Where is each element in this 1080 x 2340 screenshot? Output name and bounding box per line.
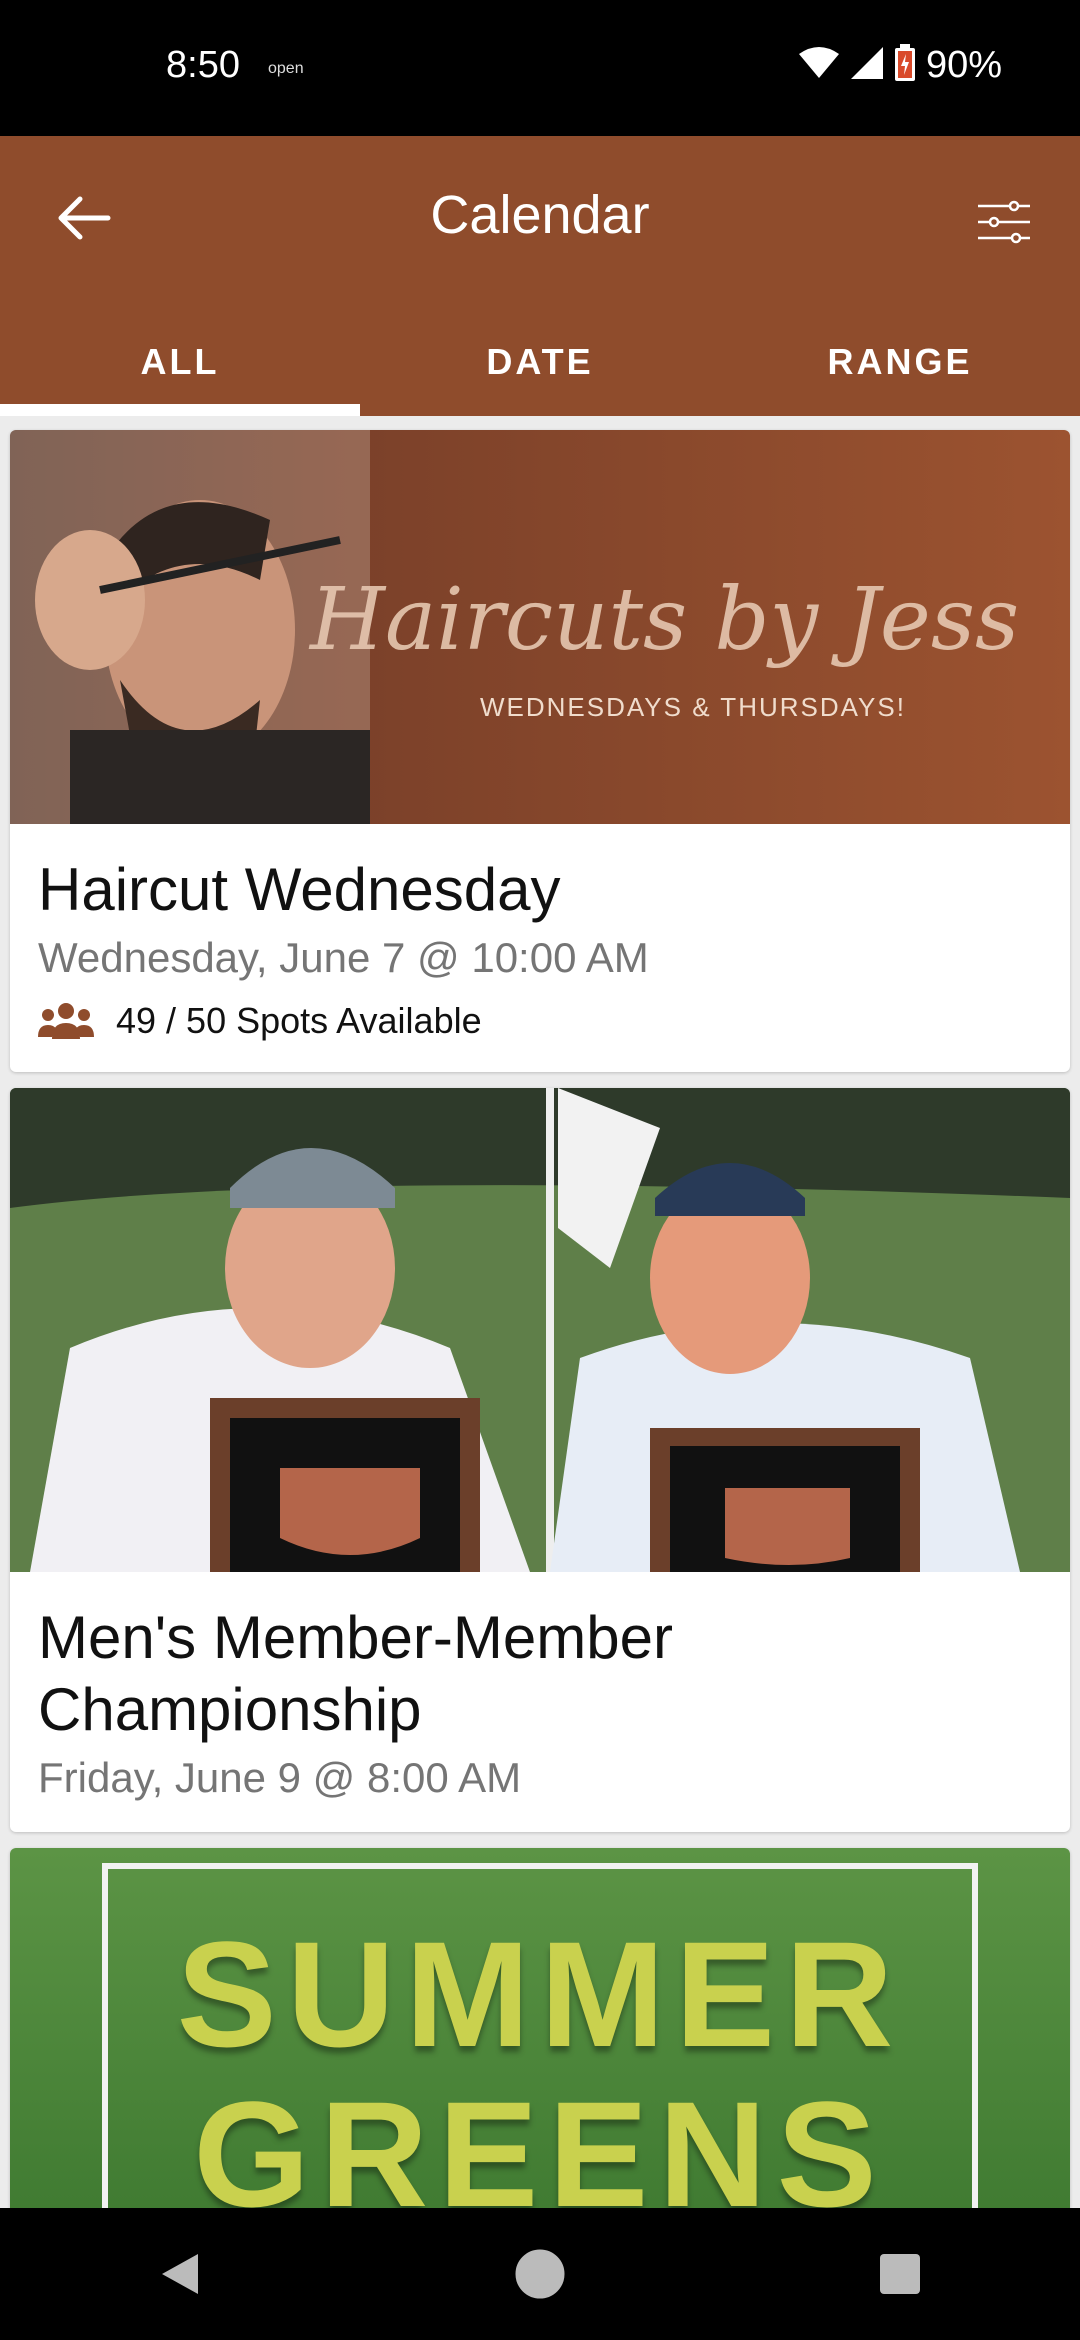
event-card[interactable]: Men's Member-Member Championship Friday,…	[10, 1088, 1070, 1832]
event-card[interactable]: Haircuts by Jess WEDNESDAYS & THURSDAYS!…	[10, 430, 1070, 1072]
event-date: Wednesday, June 7 @ 10:00 AM	[38, 934, 649, 981]
event-title: Haircut Wednesday	[38, 856, 561, 923]
tab-date[interactable]: DATE	[360, 320, 720, 416]
event-banner-haircuts: Haircuts by Jess WEDNESDAYS & THURSDAYS!	[10, 430, 1070, 824]
event-title: Men's Member-Member Championship	[38, 1604, 673, 1743]
status-icons: 90%	[798, 44, 1002, 87]
spots-available: 49 / 50 Spots Available	[116, 1000, 482, 1041]
signal-icon	[850, 46, 884, 85]
event-spots: 49 / 50 Spots Available	[38, 1000, 1042, 1042]
status-time: 8:50	[166, 44, 240, 86]
banner-subtitle: WEDNESDAYS & THURSDAYS!	[480, 692, 906, 722]
page-title: Calendar	[430, 185, 650, 245]
event-date: Friday, June 9 @ 8:00 AM	[38, 1754, 522, 1801]
event-photo-golf	[10, 1088, 1070, 1572]
event-banner-summer-greens: SUMMER GREENS	[10, 1848, 1070, 2228]
filter-button[interactable]	[964, 182, 1044, 262]
people-icon	[38, 1003, 94, 1039]
triangle-back-icon	[162, 2254, 198, 2294]
wifi-icon	[798, 46, 840, 85]
circle-home-icon	[515, 2249, 565, 2299]
nav-home-button[interactable]	[480, 2224, 600, 2324]
square-recents-icon	[880, 2254, 920, 2294]
event-card[interactable]: SUMMER GREENS	[10, 1848, 1070, 2228]
sliders-icon	[978, 200, 1030, 244]
banner-title-line1: SUMMER	[176, 1910, 904, 2078]
nav-back-button[interactable]	[120, 2224, 240, 2324]
banner-title-line2: GREENS	[193, 2070, 887, 2228]
app-bar: Calendar ALL DATE RANGE	[0, 136, 1080, 416]
battery-icon	[894, 44, 916, 87]
status-bar: 8:50 open 90%	[0, 0, 1080, 136]
tab-range[interactable]: RANGE	[720, 320, 1080, 416]
nav-recents-button[interactable]	[840, 2224, 960, 2324]
system-nav-bar	[0, 2208, 1080, 2340]
status-open-label: open	[268, 60, 304, 77]
event-list: Haircuts by Jess WEDNESDAYS & THURSDAYS!…	[10, 430, 1070, 2244]
tab-bar: ALL DATE RANGE	[0, 320, 1080, 416]
battery-percent: 90%	[925, 44, 1002, 86]
tab-all[interactable]: ALL	[0, 320, 360, 416]
banner-script-title: Haircuts by Jess	[310, 570, 1020, 670]
